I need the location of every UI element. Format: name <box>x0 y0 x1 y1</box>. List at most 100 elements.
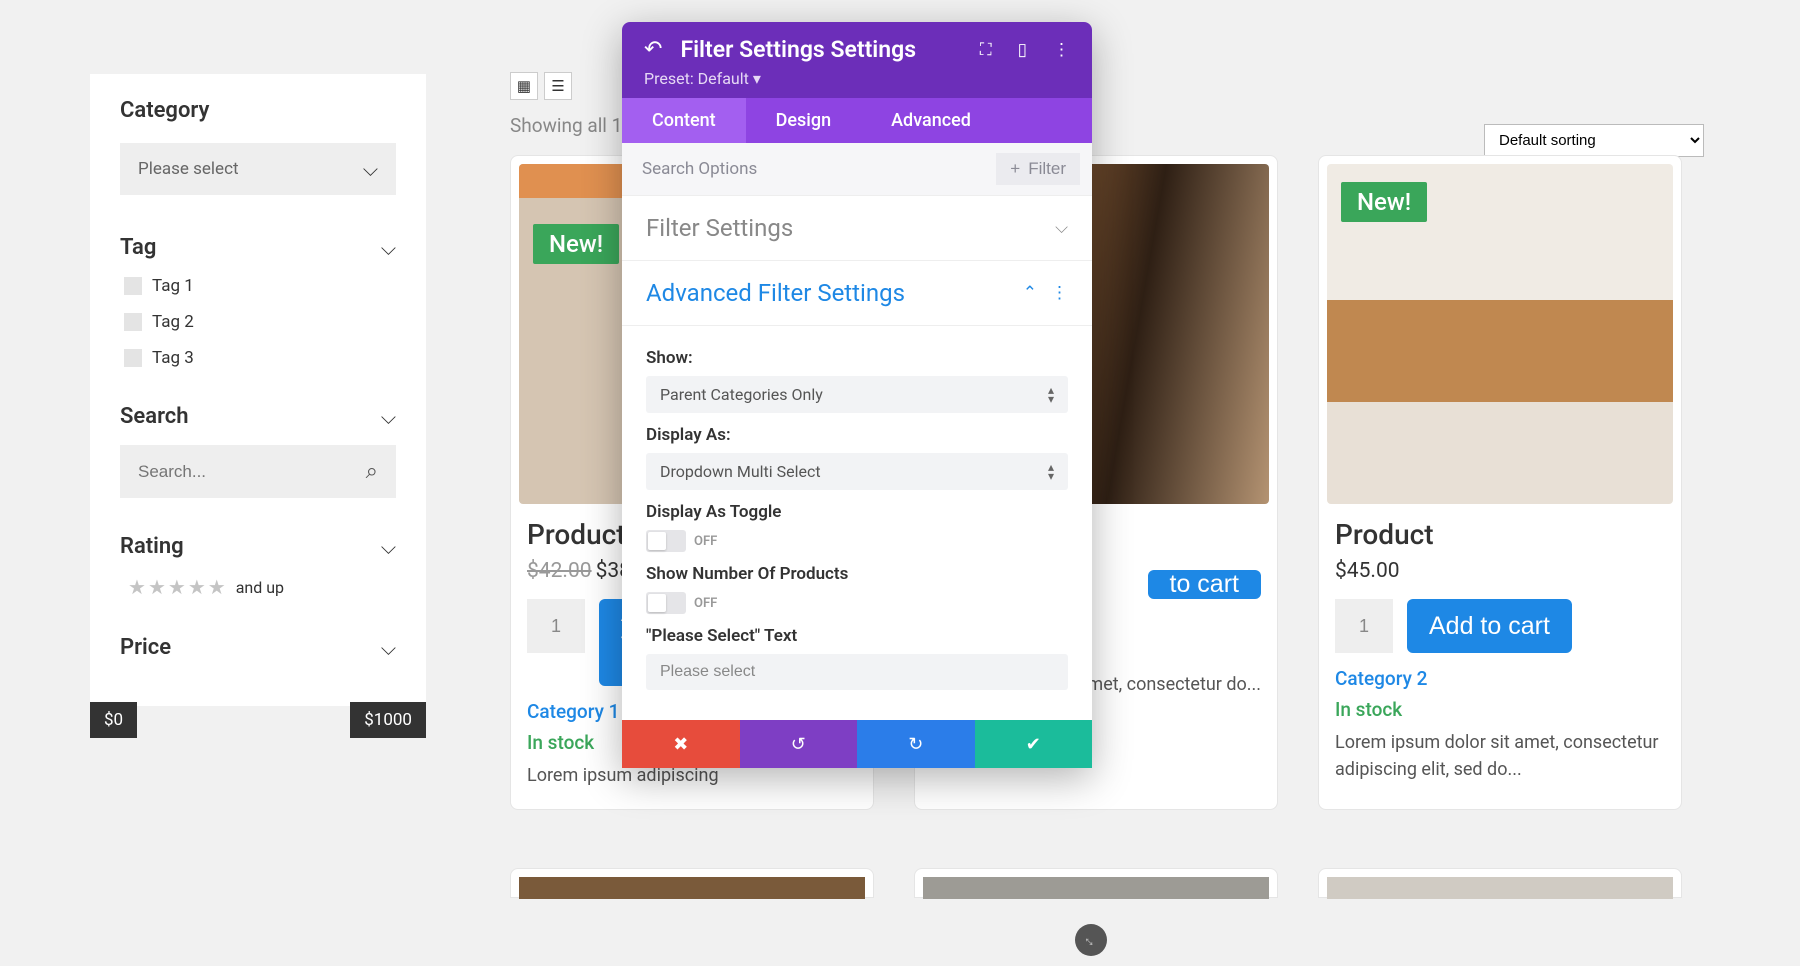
undo-button[interactable]: ↺ <box>740 720 858 768</box>
tag-heading: Tag <box>120 235 156 260</box>
please-select-input[interactable] <box>646 654 1068 690</box>
cart-row: Add to cart <box>1335 599 1665 653</box>
modal-header: ↶ Filter Settings Settings ⛶ ▯ ⋮ Preset:… <box>622 22 1092 98</box>
new-badge: New! <box>1341 182 1427 222</box>
select-arrows-icon: ▴▾ <box>1048 386 1054 403</box>
tag-item[interactable]: Tag 2 <box>124 312 396 332</box>
add-to-cart-button[interactable]: to cart <box>1148 570 1261 599</box>
star-icon: ★ <box>148 575 166 599</box>
check-icon: ✔ <box>1026 734 1041 755</box>
sort-select[interactable]: Default sorting <box>1484 124 1704 157</box>
category-select[interactable]: Please select ⌵ <box>120 143 396 195</box>
tab-advanced[interactable]: Advanced <box>861 98 1001 143</box>
next-row-preview <box>510 868 1710 898</box>
product-image[interactable]: New! <box>1327 164 1673 504</box>
search-options-row: Search Options + Filter <box>622 143 1092 196</box>
expand-icon[interactable]: ⛶ <box>980 40 992 60</box>
star-icon: ★ <box>208 575 226 599</box>
modal-title: Filter Settings Settings <box>680 36 961 63</box>
preset-selector[interactable]: Preset: Default ▾ <box>644 69 1070 88</box>
quantity-input[interactable] <box>1335 599 1393 653</box>
chevron-up-icon: ⌃ <box>1023 283 1037 303</box>
show-select[interactable]: Parent Categories Only ▴▾ <box>646 376 1068 413</box>
section-advanced-filter-settings[interactable]: Advanced Filter Settings ⌃ ⋮ <box>622 261 1092 326</box>
product-description: Lorem ipsum dolor sit amet, consectetur … <box>1335 729 1665 783</box>
section-filter-settings[interactable]: Filter Settings ⌵ <box>622 196 1092 261</box>
resize-handle-icon[interactable]: ↔ <box>1068 917 1113 962</box>
redo-button[interactable]: ↻ <box>857 720 975 768</box>
filter-sidebar: Category Please select ⌵ Tag ⌵ Tag 1 Tag… <box>90 74 426 706</box>
search-heading: Search <box>120 404 189 429</box>
show-number-label: Show Number Of Products <box>646 564 1068 584</box>
display-as-label: Display As: <box>646 425 1068 445</box>
cancel-button[interactable]: ✖ <box>622 720 740 768</box>
please-select-label: "Please Select" Text <box>646 626 1068 646</box>
rating-section-header[interactable]: Rating ⌵ <box>120 534 396 559</box>
product-card <box>914 868 1278 898</box>
product-image[interactable] <box>923 877 1269 899</box>
tag-label: Tag 3 <box>152 348 194 368</box>
checkbox-icon[interactable] <box>124 349 142 367</box>
add-to-cart-button[interactable]: Add to cart <box>1407 599 1572 653</box>
more-icon[interactable]: ⋮ <box>1053 40 1070 60</box>
display-toggle-switch[interactable]: OFF <box>646 530 1068 552</box>
product-image[interactable] <box>519 877 865 899</box>
product-card: New! Product $45.00 Add to cart Category… <box>1318 155 1682 810</box>
category-select-placeholder: Please select <box>138 159 239 179</box>
price-max-badge[interactable]: $1000 <box>350 702 426 738</box>
back-icon[interactable]: ↶ <box>644 37 662 62</box>
toggle-state: OFF <box>694 534 717 549</box>
rating-heading: Rating <box>120 534 184 559</box>
checkbox-icon[interactable] <box>124 277 142 295</box>
price-heading: Price <box>120 635 171 660</box>
rating-suffix: and up <box>236 578 284 597</box>
modal-footer: ✖ ↺ ↻ ✔ <box>622 720 1092 768</box>
product-card <box>510 868 874 898</box>
checkbox-icon[interactable] <box>124 313 142 331</box>
product-category-link[interactable]: Category 2 <box>1335 667 1665 690</box>
list-view-button[interactable]: ☰ <box>544 72 572 100</box>
price-min-badge[interactable]: $0 <box>90 702 137 738</box>
tab-design[interactable]: Design <box>746 98 861 143</box>
undo-icon: ↺ <box>791 734 806 755</box>
product-card <box>1318 868 1682 898</box>
grid-view-button[interactable]: ▦ <box>510 72 538 100</box>
plus-icon: + <box>1010 159 1020 179</box>
toggle-state: OFF <box>694 596 717 611</box>
more-icon[interactable]: ⋮ <box>1051 283 1068 303</box>
star-icon: ★ <box>128 575 146 599</box>
star-icon: ★ <box>168 575 186 599</box>
star-group: ★ ★ ★ ★ ★ <box>128 575 226 599</box>
search-options-label[interactable]: Search Options <box>642 159 757 179</box>
chevron-down-icon: ⌵ <box>381 405 396 429</box>
section-title: Filter Settings <box>646 214 793 242</box>
modal-body: Filter Settings ⌵ Advanced Filter Settin… <box>622 196 1092 720</box>
show-number-switch[interactable]: OFF <box>646 592 1068 614</box>
rating-row[interactable]: ★ ★ ★ ★ ★ and up <box>128 575 396 599</box>
search-input[interactable] <box>138 462 366 482</box>
search-section-header[interactable]: Search ⌵ <box>120 404 396 429</box>
preset-label: Preset: Default <box>644 69 749 88</box>
tag-item[interactable]: Tag 1 <box>124 276 396 296</box>
grid-icon: ▦ <box>517 77 531 95</box>
save-button[interactable]: ✔ <box>975 720 1093 768</box>
display-as-select[interactable]: Dropdown Multi Select ▴▾ <box>646 453 1068 490</box>
add-filter-label: Filter <box>1028 159 1066 179</box>
tab-content[interactable]: Content <box>622 98 746 143</box>
tag-item[interactable]: Tag 3 <box>124 348 396 368</box>
chevron-down-icon: ⌵ <box>381 535 396 559</box>
list-icon: ☰ <box>551 77 564 95</box>
add-filter-button[interactable]: + Filter <box>996 153 1080 185</box>
toggle-icon <box>646 530 686 552</box>
tablet-icon[interactable]: ▯ <box>1018 40 1027 60</box>
product-image[interactable] <box>1327 877 1673 899</box>
section-title: Advanced Filter Settings <box>646 279 905 307</box>
tag-section-header[interactable]: Tag ⌵ <box>120 235 396 260</box>
price-section-header[interactable]: Price ⌵ <box>120 635 396 660</box>
search-icon[interactable]: ⌕ <box>366 459 378 484</box>
show-label: Show: <box>646 348 1068 368</box>
product-price: $45.00 <box>1335 559 1665 583</box>
modal-tabs: Content Design Advanced <box>622 98 1092 143</box>
quantity-input[interactable] <box>527 599 585 653</box>
product-title[interactable]: Product <box>1335 518 1665 551</box>
